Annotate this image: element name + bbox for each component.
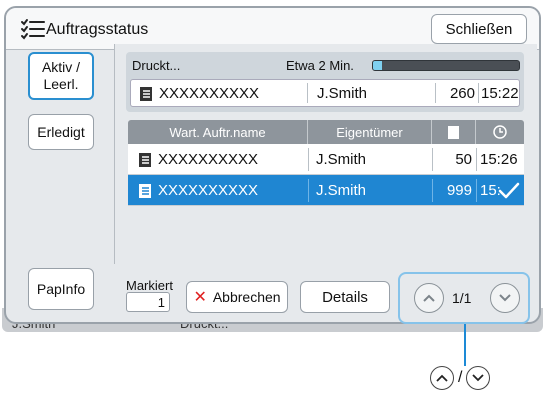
legend-up-icon xyxy=(430,366,454,390)
page-navigation: 1/1 xyxy=(398,272,530,324)
dialog-title: Auftragsstatus xyxy=(46,21,149,38)
divider xyxy=(478,83,479,103)
divider xyxy=(432,148,433,171)
legend-separator: / xyxy=(458,369,463,386)
divider xyxy=(476,179,477,202)
job-copies: 999 xyxy=(446,181,472,199)
divider xyxy=(432,179,433,202)
print-progress-bar xyxy=(372,60,520,71)
close-icon: ✕ xyxy=(193,289,207,306)
job-owner: J.Smith xyxy=(316,150,367,168)
divider xyxy=(435,83,436,103)
tab-active-label-line1: Aktiv / xyxy=(41,59,81,76)
marked-count: 1 xyxy=(126,292,170,312)
printing-job-copies: 260 xyxy=(449,84,475,102)
printing-job-name: XXXXXXXXXX xyxy=(159,84,260,102)
column-header-time[interactable] xyxy=(476,120,524,144)
page-down-button[interactable] xyxy=(490,283,520,313)
page-indicator: 1/1 xyxy=(452,290,472,306)
checkmark-icon xyxy=(498,182,520,199)
printing-job-area: Druckt... Etwa 2 Min. XXXXXXXXXX J.Smith… xyxy=(126,52,524,112)
printing-job-time: 15:22 xyxy=(481,84,519,102)
job-name: XXXXXXXXXX xyxy=(158,181,259,199)
cancel-button[interactable]: ✕ Abbrechen xyxy=(186,281,288,313)
table-row-selected[interactable]: XXXXXXXXXX J.Smith 999 15: xyxy=(128,175,524,206)
divider xyxy=(307,83,308,103)
marked-label: Markiert xyxy=(126,278,173,293)
divider xyxy=(308,179,309,202)
tab-completed[interactable]: Erledigt xyxy=(28,114,94,150)
printing-status: Druckt... xyxy=(132,58,181,73)
print-progress-fill xyxy=(373,61,382,70)
column-header-name[interactable]: Wart. Auftr.name xyxy=(128,120,308,144)
printing-job-owner: J.Smith xyxy=(317,84,368,102)
clock-icon xyxy=(493,125,507,139)
document-icon xyxy=(139,153,151,167)
printing-eta: Etwa 2 Min. xyxy=(286,58,354,73)
chevron-down-icon xyxy=(499,294,511,302)
cancel-button-label: Abbrechen xyxy=(212,289,281,305)
document-icon xyxy=(139,184,151,198)
legend-down-icon xyxy=(466,366,491,390)
waiting-jobs-table: Wart. Auftr.name Eigentümer XXXXXXXXXX J… xyxy=(128,120,524,206)
table-header: Wart. Auftr.name Eigentümer xyxy=(128,120,524,144)
divider xyxy=(308,148,309,171)
list-icon xyxy=(21,19,45,40)
copies-icon xyxy=(448,125,459,139)
close-button[interactable]: Schließen xyxy=(431,14,527,44)
paper-info-button[interactable]: PapInfo xyxy=(28,268,94,310)
document-icon xyxy=(140,87,152,101)
tab-active-idle[interactable]: Aktiv / Leerl. xyxy=(28,52,94,100)
callout-line xyxy=(464,324,466,366)
printing-job-row[interactable]: XXXXXXXXXX J.Smith 260 15:22 xyxy=(130,79,520,107)
column-header-owner[interactable]: Eigentümer xyxy=(308,120,432,144)
job-owner: J.Smith xyxy=(316,181,367,199)
job-name: XXXXXXXXXX xyxy=(158,150,259,168)
table-row[interactable]: XXXXXXXXXX J.Smith 50 15:26 xyxy=(128,144,524,175)
tab-active-label-line2: Leerl. xyxy=(43,76,79,92)
column-header-copies[interactable] xyxy=(432,120,476,144)
job-copies: 50 xyxy=(455,150,472,168)
page-up-button[interactable] xyxy=(414,283,444,313)
details-button[interactable]: Details xyxy=(300,281,390,313)
divider xyxy=(476,148,477,171)
job-time: 15:26 xyxy=(480,150,518,168)
callout-legend: / xyxy=(430,365,491,391)
chevron-up-icon xyxy=(423,294,435,302)
